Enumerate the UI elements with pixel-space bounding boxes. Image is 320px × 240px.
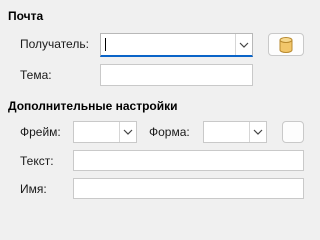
form-value bbox=[204, 122, 249, 142]
form-options-button[interactable] bbox=[282, 121, 304, 143]
form-dropdown-button[interactable] bbox=[249, 122, 266, 142]
name-input[interactable] bbox=[73, 178, 304, 199]
chevron-down-icon bbox=[239, 42, 249, 48]
advanced-section-title: Дополнительные настройки bbox=[8, 99, 178, 113]
text-caret bbox=[105, 38, 106, 51]
form-label: Форма: bbox=[149, 125, 190, 139]
text-input[interactable] bbox=[73, 150, 304, 171]
frame-value bbox=[74, 122, 119, 142]
subject-label: Тема: bbox=[20, 68, 52, 82]
mail-section-title: Почта bbox=[8, 9, 44, 23]
address-book-button[interactable] bbox=[268, 33, 304, 56]
database-icon bbox=[279, 36, 293, 53]
recipient-combobox[interactable] bbox=[100, 33, 253, 57]
recipient-input[interactable] bbox=[101, 34, 235, 55]
frame-combobox[interactable] bbox=[73, 121, 137, 143]
name-label: Имя: bbox=[20, 182, 47, 196]
chevron-down-icon bbox=[253, 129, 263, 135]
recipient-dropdown-button[interactable] bbox=[235, 34, 252, 55]
chevron-down-icon bbox=[123, 129, 133, 135]
frame-label: Фрейм: bbox=[20, 125, 61, 139]
form-combobox[interactable] bbox=[203, 121, 267, 143]
recipient-label: Получатель: bbox=[20, 37, 89, 51]
text-label: Текст: bbox=[20, 154, 54, 168]
subject-input[interactable] bbox=[100, 64, 253, 86]
frame-dropdown-button[interactable] bbox=[119, 122, 136, 142]
